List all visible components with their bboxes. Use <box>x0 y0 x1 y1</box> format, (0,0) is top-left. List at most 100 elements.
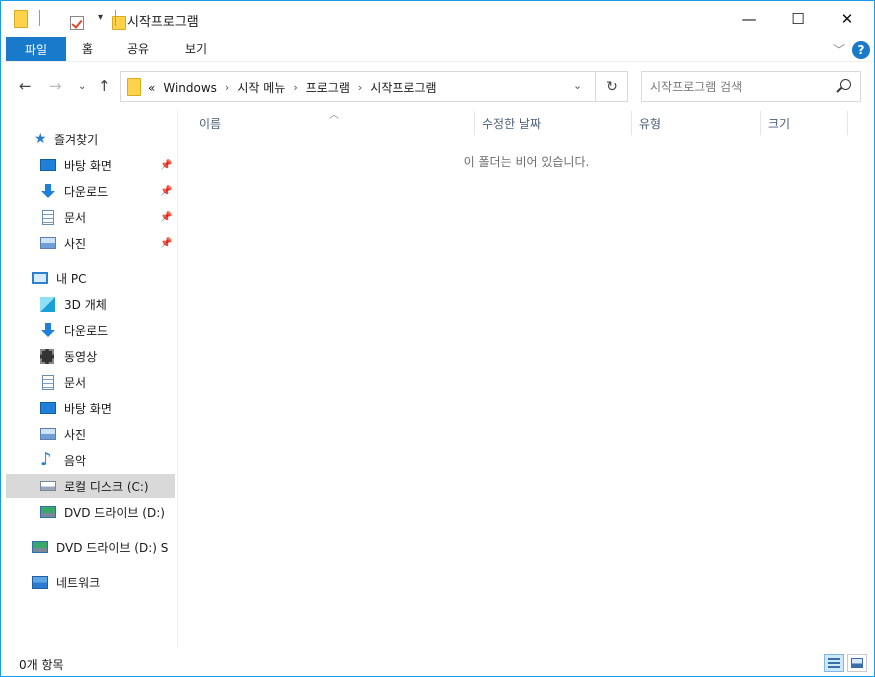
expand-ribbon-icon[interactable]: ﹀ <box>833 41 845 58</box>
folder-icon <box>127 78 141 96</box>
chevron-down-icon[interactable]: ⌄ <box>573 79 582 92</box>
column-divider[interactable] <box>474 111 475 135</box>
breadcrumb-item-windows[interactable]: Windows <box>163 81 217 95</box>
minimize-icon: — <box>741 9 757 28</box>
details-view-button[interactable] <box>824 654 844 672</box>
sidebar-item-dvd-drive-root[interactable]: DVD 드라이브 (D:) S <box>1 535 178 559</box>
column-divider[interactable] <box>847 111 848 135</box>
sidebar-item-desktop[interactable]: 바탕 화면 <box>1 396 178 420</box>
sidebar-item-music[interactable]: ♪ 음악 <box>1 448 178 472</box>
recent-locations-icon[interactable]: ⌄ <box>78 81 86 92</box>
sort-ascending-icon: ︿ <box>329 110 339 121</box>
column-header-type[interactable]: 유형 <box>639 115 661 132</box>
sidebar-item-downloads[interactable]: 다운로드 <box>1 318 178 342</box>
sidebar-item-label: 바탕 화면 <box>64 158 112 173</box>
pin-icon: 📌 <box>160 185 173 197</box>
ribbon-tabs: 파일 홈 공유 보기 ﹀ ? <box>1 36 874 61</box>
column-header-date-modified[interactable]: 수정한 날짜 <box>482 115 541 132</box>
sidebar-item-this-pc[interactable]: 내 PC <box>1 266 178 290</box>
sidebar-item-label: 문서 <box>64 375 87 390</box>
divider <box>39 10 40 26</box>
pin-icon: 📌 <box>160 237 173 249</box>
tab-view[interactable]: 보기 <box>185 40 207 57</box>
sidebar-item-network[interactable]: 네트워크 <box>1 570 178 594</box>
pictures-icon <box>40 428 56 440</box>
column-header-name[interactable]: 이름 <box>199 115 221 132</box>
file-list[interactable]: ︿ 이름 수정한 날짜 유형 크기 이 폴더는 비어 있습니다. <box>179 109 874 649</box>
window-title: 시작프로그램 <box>127 15 199 30</box>
status-bar: 0개 항목 <box>1 649 874 676</box>
sidebar-item-pictures-pinned[interactable]: 사진 📌 <box>1 231 178 255</box>
column-divider[interactable] <box>760 111 761 135</box>
sidebar-item-label: 문서 <box>64 210 87 225</box>
sidebar-item-documents[interactable]: 문서 <box>1 370 178 394</box>
minimize-button[interactable]: — <box>726 1 772 36</box>
dvd-drive-icon <box>32 541 48 553</box>
breadcrumb-item-start-menu[interactable]: 시작 메뉴 <box>237 79 285 96</box>
chevron-right-icon[interactable]: › <box>225 81 229 94</box>
column-divider[interactable] <box>631 111 632 135</box>
divider <box>115 10 116 26</box>
sidebar-item-label: 내 PC <box>56 271 87 286</box>
sidebar-item-local-disk-c[interactable]: 로컬 디스크 (C:) <box>6 474 175 498</box>
document-icon <box>42 209 54 225</box>
dvd-drive-icon <box>40 506 56 518</box>
folder-icon <box>14 10 28 28</box>
customize-toolbar-icon[interactable]: ▾ <box>98 12 103 30</box>
column-header-size[interactable]: 크기 <box>768 115 790 132</box>
forward-icon[interactable]: → <box>49 77 62 95</box>
network-icon <box>32 575 48 589</box>
desktop-icon <box>40 159 56 171</box>
computer-icon <box>32 272 48 284</box>
tab-file[interactable]: 파일 <box>6 37 66 61</box>
large-icons-view-button[interactable] <box>847 654 867 672</box>
sidebar-item-label: 사진 <box>64 427 87 442</box>
breadcrumb-item-startup[interactable]: 시작프로그램 <box>370 79 436 96</box>
chevron-right-icon[interactable]: › <box>358 81 362 94</box>
sidebar-item-label: DVD 드라이브 (D:) S <box>56 540 169 555</box>
sidebar-item-documents-pinned[interactable]: 문서 📌 <box>1 205 178 229</box>
new-folder-icon[interactable] <box>111 16 126 30</box>
pin-icon: 📌 <box>160 159 173 171</box>
sidebar-item-videos[interactable]: 동영상 <box>1 344 178 368</box>
search-input[interactable] <box>650 78 830 96</box>
search-icon[interactable] <box>840 79 851 90</box>
sidebar-item-quick-access[interactable]: ★ 즐겨찾기 <box>1 127 178 151</box>
sidebar-item-label: 다운로드 <box>64 323 109 338</box>
chevron-right-icon[interactable]: › <box>293 81 297 94</box>
sidebar-item-pictures[interactable]: 사진 <box>1 422 178 446</box>
sidebar-item-label: 네트워크 <box>56 575 101 590</box>
video-icon <box>40 348 54 364</box>
tab-home[interactable]: 홈 <box>82 40 93 57</box>
sidebar-item-dvd-drive-d[interactable]: DVD 드라이브 (D:) <box>1 500 178 524</box>
music-icon: ♪ <box>40 449 52 470</box>
navigation-pane: ★ 즐겨찾기 바탕 화면 📌 다운로드 📌 문서 📌 사진 📌 내 PC 3D … <box>1 109 178 649</box>
close-icon: ✕ <box>840 9 854 28</box>
back-icon[interactable]: ← <box>19 77 32 95</box>
close-button[interactable]: ✕ <box>824 1 870 36</box>
refresh-button[interactable]: ↻ <box>595 72 628 101</box>
sidebar-item-label: 음악 <box>64 453 87 468</box>
sidebar-item-3d-objects[interactable]: 3D 개체 <box>1 292 178 316</box>
local-disk-icon <box>40 481 56 491</box>
maximize-button[interactable]: ☐ <box>775 1 821 36</box>
up-icon[interactable]: ↑ <box>98 77 111 95</box>
sidebar-item-downloads-pinned[interactable]: 다운로드 📌 <box>1 179 178 203</box>
sidebar-item-desktop-pinned[interactable]: 바탕 화면 📌 <box>1 153 178 177</box>
star-icon: ★ <box>34 131 47 147</box>
sidebar-item-label: 다운로드 <box>64 184 109 199</box>
sidebar-item-label: 바탕 화면 <box>64 401 112 416</box>
properties-icon[interactable] <box>69 16 84 30</box>
pin-icon: 📌 <box>160 211 173 223</box>
breadcrumb-overflow[interactable]: « <box>148 81 155 95</box>
desktop-icon <box>40 402 56 414</box>
search-box <box>641 71 861 102</box>
address-bar[interactable]: « Windows › 시작 메뉴 › 프로그램 › 시작프로그램 ⌄ ↻ <box>120 71 628 102</box>
breadcrumb-item-programs[interactable]: 프로그램 <box>306 79 350 96</box>
tab-share[interactable]: 공유 <box>127 40 149 57</box>
download-icon <box>40 184 56 198</box>
pictures-icon <box>40 237 56 249</box>
help-icon[interactable]: ? <box>852 41 870 59</box>
item-count: 0개 항목 <box>19 658 64 672</box>
details-view-icon <box>828 658 840 668</box>
